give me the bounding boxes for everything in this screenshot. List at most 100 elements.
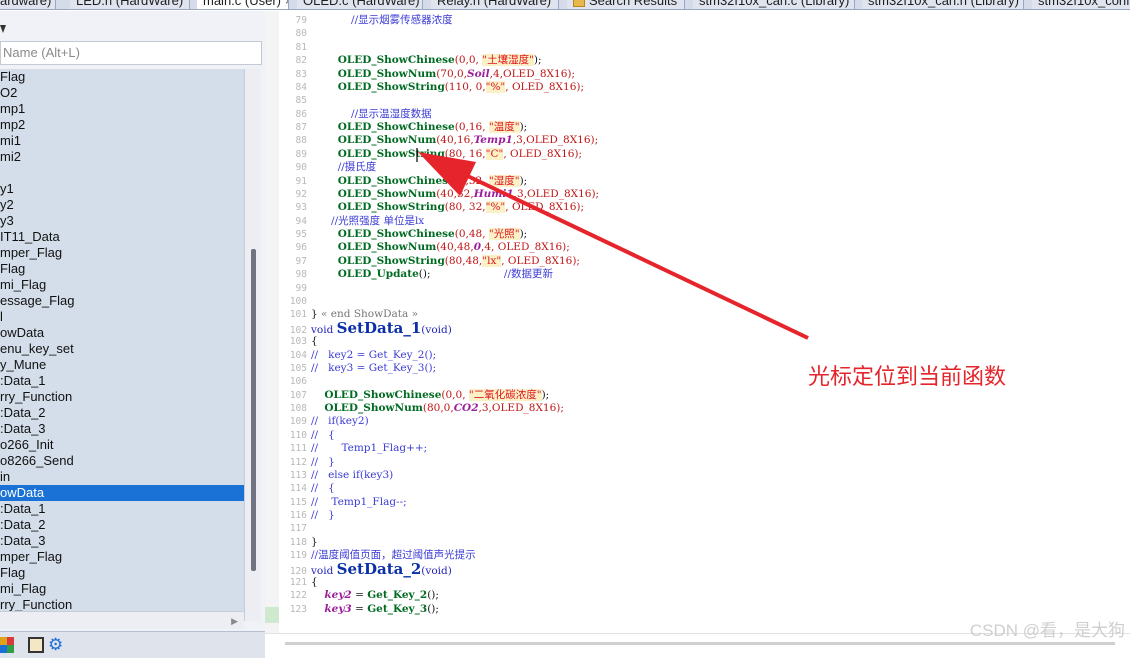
tab-3[interactable]: OLED.c (HardWare) — [297, 0, 423, 9]
code-line[interactable]: 117 — [265, 522, 1125, 535]
function-list-item[interactable]: o266_Init — [0, 437, 244, 453]
code-line[interactable]: 79 //显示烟雾传感器浓度 — [265, 14, 1125, 27]
code-line[interactable]: 92 OLED_ShowNum(40,32,Humi1,3,OLED_8X16)… — [265, 188, 1125, 201]
function-list-item[interactable]: mi_Flag — [0, 277, 244, 293]
code-line[interactable]: 96 OLED_ShowNum(40,48,0,4, OLED_8X16); — [265, 241, 1125, 254]
function-list-item[interactable]: :Data_3 — [0, 533, 244, 549]
code-line[interactable]: 100 — [265, 295, 1125, 308]
tab-5[interactable]: Search Results — [567, 0, 685, 9]
close-tab-icon[interactable]: × — [285, 0, 288, 8]
code-line[interactable]: 84 OLED_ShowString(110, 0,"%", OLED_8X16… — [265, 80, 1125, 94]
code-line[interactable]: 97 OLED_ShowString(80,48,"lx", OLED_8X16… — [265, 254, 1125, 268]
function-list-item[interactable]: y2 — [0, 197, 244, 213]
code-text: // Temp1_Flag++; — [311, 442, 427, 455]
function-list-item[interactable]: owData — [0, 485, 244, 501]
function-list-item[interactable]: in — [0, 469, 244, 485]
code-line[interactable]: 115 // Temp1_Flag--; — [265, 496, 1125, 509]
code-text: OLED_ShowChinese(0,0, "二氧化碳浓度"); — [311, 388, 549, 402]
scrollbar-thumb[interactable] — [285, 642, 1115, 645]
function-list-scrollbar[interactable] — [244, 69, 261, 621]
code-token: (110, 0, — [444, 80, 486, 93]
tab-4[interactable]: Relay.h (HardWare) — [431, 0, 559, 9]
line-number: 104 — [289, 349, 307, 361]
function-list-item[interactable]: essage_Flag — [0, 293, 244, 309]
code-line[interactable]: 123 key3 = Get_Key_3(); — [265, 603, 1125, 616]
function-list-item[interactable]: owData — [0, 325, 244, 341]
function-list[interactable]: Flag O2 mp1 mp2 mi1 mi2 y1 y2 y3 IT11_Data mper_Fl… — [0, 69, 244, 621]
code-line[interactable]: 91 OLED_ShowChinese(0,32, "湿度"); — [265, 174, 1125, 188]
function-list-item[interactable]: y1 — [0, 181, 244, 197]
code-line[interactable]: 81 — [265, 41, 1125, 54]
function-list-item[interactable]: mp1 — [0, 101, 244, 117]
code-line[interactable]: 80 — [265, 27, 1125, 40]
book-icon[interactable] — [28, 637, 44, 653]
function-list-item[interactable]: :Data_2 — [0, 517, 244, 533]
code-line[interactable]: 120 void SetData_2(void) — [265, 561, 1125, 577]
code-line[interactable]: 93 OLED_ShowString(80, 32,"%", OLED_8X16… — [265, 201, 1125, 214]
function-list-item[interactable]: mper_Flag — [0, 245, 244, 261]
function-list-item[interactable]: l — [0, 309, 244, 325]
tab-6[interactable]: stm32f10x_can.c (Library) — [693, 0, 855, 9]
code-line[interactable]: 114 // { — [265, 482, 1125, 495]
code-line[interactable]: 95 OLED_ShowChinese(0,48, "光照"); — [265, 228, 1125, 241]
code-line[interactable]: 102 void SetData_1(void) — [265, 320, 1125, 336]
code-line[interactable]: 111 // Temp1_Flag++; — [265, 442, 1125, 455]
tab-8[interactable]: stm32f10x_conf — [1032, 0, 1130, 9]
code-line[interactable]: 88 OLED_ShowNum(40,16,Temp1,3,OLED_8X16)… — [265, 134, 1125, 147]
function-list-item[interactable]: IT11_Data — [0, 229, 244, 245]
function-list-item[interactable]: mi2 — [0, 149, 244, 165]
code-line[interactable]: 112 // } — [265, 456, 1125, 469]
code-line[interactable]: 108 OLED_ShowNum(80,0,CO2,3,OLED_8X16); — [265, 402, 1125, 415]
code-line[interactable]: 109 // if(key2) — [265, 415, 1125, 428]
code-line[interactable]: 98 OLED_Update(); //数据更新 — [265, 268, 1125, 281]
function-list-item[interactable] — [0, 165, 244, 181]
code-line[interactable]: 87 OLED_ShowChinese(0,16, "温度"); — [265, 121, 1125, 134]
function-list-item[interactable]: :Data_1 — [0, 373, 244, 389]
function-list-item[interactable]: :Data_1 — [0, 501, 244, 517]
code-line[interactable]: 110 // { — [265, 429, 1125, 442]
function-list-item[interactable]: mi_Flag — [0, 581, 244, 597]
pin-icon[interactable] — [0, 25, 6, 33]
tab-0[interactable]: ardware) — [0, 0, 56, 9]
function-list-item[interactable]: enu_key_set — [0, 341, 244, 357]
code-line[interactable]: 113 // else if(key3) — [265, 469, 1125, 482]
code-editor[interactable]: 79 //显示烟雾传感器浓度 80 81 82 OLED_ShowChinese(0,… — [265, 11, 1130, 658]
function-list-item[interactable]: mp2 — [0, 117, 244, 133]
code-line[interactable]: 118} — [265, 536, 1125, 549]
panel-toolbar: ⚙ — [0, 631, 265, 658]
code-line[interactable]: 121 { — [265, 576, 1125, 589]
code-token: "C" — [485, 147, 504, 160]
function-list-item[interactable]: Flag — [0, 69, 244, 85]
code-line[interactable]: 116 // } — [265, 509, 1125, 522]
scrollbar-thumb[interactable] — [251, 249, 256, 571]
code-line[interactable]: 99 — [265, 282, 1125, 295]
code-line[interactable]: 85 — [265, 94, 1125, 107]
code-line[interactable]: 90 //摄氏度 — [265, 161, 1125, 174]
code-line[interactable]: 94 //光照强度 单位是lx — [265, 215, 1125, 228]
function-list-item[interactable]: o8266_Send — [0, 453, 244, 469]
code-line[interactable]: 122 key2 = Get_Key_2(); — [265, 589, 1125, 602]
code-line[interactable]: 103 { — [265, 335, 1125, 348]
code-line[interactable]: 82 OLED_ShowChinese(0,0, "土壤湿度"); — [265, 54, 1125, 67]
colored-grid-icon[interactable] — [0, 637, 14, 653]
function-list-item[interactable]: y3 — [0, 213, 244, 229]
function-list-item[interactable]: :Data_3 — [0, 421, 244, 437]
function-list-item[interactable]: Flag — [0, 261, 244, 277]
function-list-item[interactable]: O2 — [0, 85, 244, 101]
function-list-item[interactable]: y_Mune — [0, 357, 244, 373]
function-list-item[interactable]: Flag — [0, 565, 244, 581]
tab-2[interactable]: main.c (User)× — [197, 0, 289, 9]
code-line[interactable]: 86 //显示温湿度数据 — [265, 108, 1125, 121]
function-list-item[interactable]: mi1 — [0, 133, 244, 149]
function-list-item[interactable]: rry_Function — [0, 389, 244, 405]
code-line[interactable]: 83 OLED_ShowNum(70,0,Soil,4,OLED_8X16); — [265, 68, 1125, 81]
function-list-item[interactable]: mper_Flag — [0, 549, 244, 565]
gear-icon[interactable]: ⚙ — [48, 636, 64, 653]
function-search-input[interactable]: Name (Alt+L) — [0, 41, 262, 65]
code-line[interactable]: 89 OLED_ShowString(80, 16,"C", OLED_8X16… — [265, 147, 1125, 161]
function-list-hscrollbar[interactable]: ▶ — [0, 611, 244, 629]
tab-7[interactable]: stm32f10x_can.h (Library) — [862, 0, 1024, 9]
function-list-item[interactable]: :Data_2 — [0, 405, 244, 421]
tab-1[interactable]: LED.h (HardWare) — [70, 0, 190, 9]
scroll-right-icon[interactable]: ▶ — [231, 616, 238, 627]
